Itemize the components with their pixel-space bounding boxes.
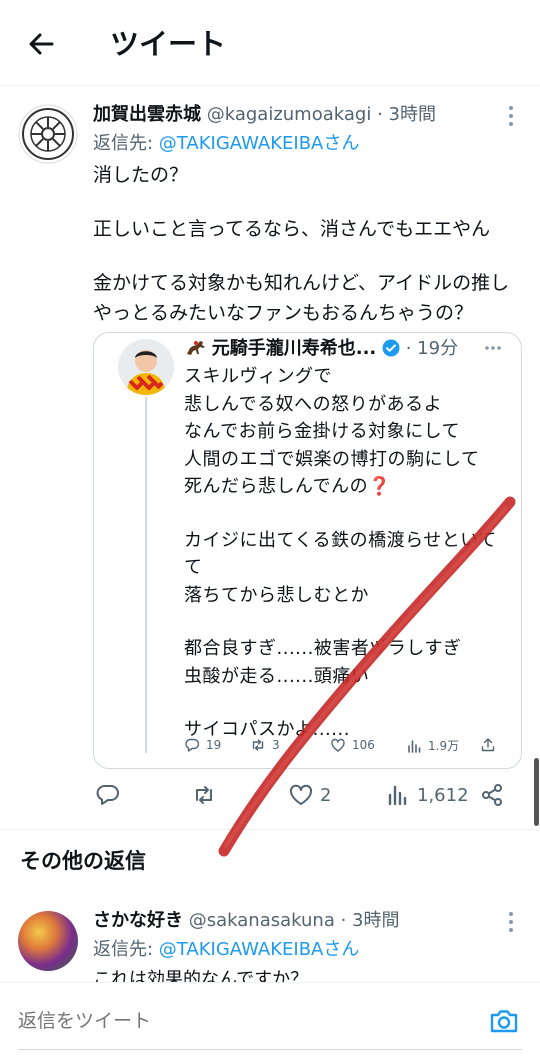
reply-compose-bar [0,982,540,1057]
reply-text: これは効果的なんですか？ [93,969,309,982]
share-icon [482,784,502,806]
scrollbar[interactable] [534,758,539,826]
quoted-author: 元騎手瀧川寿希也... · 19分 [184,335,458,363]
quoted-reply-button[interactable]: 19 [184,737,221,753]
tweet-time: · 3時間 [377,104,436,125]
quoted-retweet-button[interactable]: 3 [250,737,280,753]
avatar[interactable] [18,911,78,971]
tweet-author: 加賀出雲赤城 @kagaizumoakagi · 3時間 [93,102,436,128]
author-handle[interactable]: @kagaizumoakagi [207,104,372,125]
reply-to-label: 返信先: @TAKIGAWAKEIBAさん [93,131,359,157]
reply-author: さかな好き @sakanasakuna · 3時間 [93,908,399,934]
reply-to-label: 返信先: @TAKIGAWAKEIBAさん [93,937,359,963]
view-count: 1.9万 [428,739,460,753]
quote-line: なんでお前ら金掛ける対象にして [184,421,461,442]
reply-prefix: 返信先: [93,133,159,154]
retweet-icon [196,786,212,804]
jockey-photo-icon [118,339,174,395]
more-options-icon[interactable] [500,102,522,130]
page-title: ツイート [110,27,227,61]
horse-icon [187,341,205,355]
like-button[interactable]: 2 [288,782,331,808]
quoted-share-button[interactable] [480,737,496,753]
author-name[interactable]: 加賀出雲赤城 [93,104,201,125]
quoted-time: · 19分 [405,338,459,359]
tweet-text: 消したの？ 正しいこと言ってるなら、消さんでもエエやん 金かけてる対象かも知れん… [93,160,523,328]
share-icon [481,738,495,752]
author-handle[interactable]: @sakanasakuna [189,910,335,931]
retweet-button[interactable] [191,782,217,808]
quote-line: 都合良すぎ......被害者ヅラしすぎ [184,638,462,659]
reply-input[interactable] [18,1007,263,1037]
avatar[interactable] [18,104,78,164]
views-chart-icon [408,739,421,753]
thread-line [145,397,147,753]
red-question-icon: ❓ [368,476,392,497]
reply-tweet[interactable]: さかな好き @sakanasakuna · 3時間 返信先: @TAKIGAWA… [0,897,540,982]
reply-to-link[interactable]: @TAKIGAWAKEIBAさん [159,133,360,154]
more-options-icon[interactable] [500,908,522,936]
quote-line: 虫酸が走る......頭痛い [184,665,370,687]
like-count: 106 [352,738,375,752]
reply-icon [96,785,119,805]
quoted-views-button[interactable]: 1.9万 [406,737,459,754]
reply-icon [185,738,200,752]
tweet-line: 正しいこと言ってるなら、消さんでもエエやん [93,218,491,240]
tweet-time: · 3時間 [340,910,400,931]
retweet-count: 3 [272,738,280,752]
quote-line: て [184,557,203,578]
quote-line: 人間のエゴで娯楽の博打の駒にして [184,448,480,470]
tweet-line: 消したの？ [93,164,189,186]
top-bar: ツイート [0,0,540,86]
camera-icon[interactable] [488,1005,520,1037]
author-name[interactable]: さかな好き [93,910,183,931]
quoted-author-name[interactable]: 元騎手瀧川寿希也... [212,338,377,359]
reply-to-link[interactable]: @TAKIGAWAKEIBAさん [159,939,360,960]
quote-line: カイジに出てくる鉄の橋渡らせといて [184,529,497,551]
quoted-tweet[interactable]: 元騎手瀧川寿希也... · 19分 スキルヴィングで 悲しんでる奴への怒りがある… [93,332,522,769]
quoted-avatar[interactable] [118,339,174,395]
quote-line: 死んだら悲しんでんの [184,476,369,497]
quoted-actions: 19 3 106 1.9万 [184,737,504,761]
section-heading: その他の返信 [20,849,146,873]
emblem-icon [18,104,78,164]
quote-line: 落ちてから悲しむとか [184,584,369,606]
verified-badge-icon [382,339,400,357]
heart-icon [289,784,313,805]
reply-count: 19 [206,738,222,752]
share-button[interactable] [479,782,505,808]
quoted-text: スキルヴィングで 悲しんでる奴への怒りがあるよ なんでお前ら金掛ける対象にして … [184,363,514,744]
tweet-line: やっとるみたいなファンもおるんちゃうの？ [93,302,474,324]
reply-prefix: 返信先: [93,939,159,960]
quoted-like-button[interactable]: 106 [330,737,375,753]
like-count: 2 [320,784,332,806]
more-options-icon[interactable] [482,341,504,355]
quote-line: スキルヴィングで [184,366,332,387]
tweet-line: 金かけてる対象かも知れんけど、アイドルの推し [93,272,510,294]
view-count: 1,612 [417,784,469,806]
tweet-actions: 2 1,612 [95,782,515,814]
main-tweet: 加賀出雲赤城 @kagaizumoakagi · 3時間 返信先: @TAKIG… [0,86,540,830]
input-underline [18,1049,522,1050]
views-chart-icon [388,785,407,806]
heart-icon [331,738,345,752]
arrow-left-icon[interactable] [22,24,62,64]
retweet-icon [252,739,264,751]
reply-button[interactable] [95,782,121,808]
views-button[interactable]: 1,612 [385,782,469,808]
quote-line: 悲しんでる奴への怒りがあるよ [184,393,443,415]
